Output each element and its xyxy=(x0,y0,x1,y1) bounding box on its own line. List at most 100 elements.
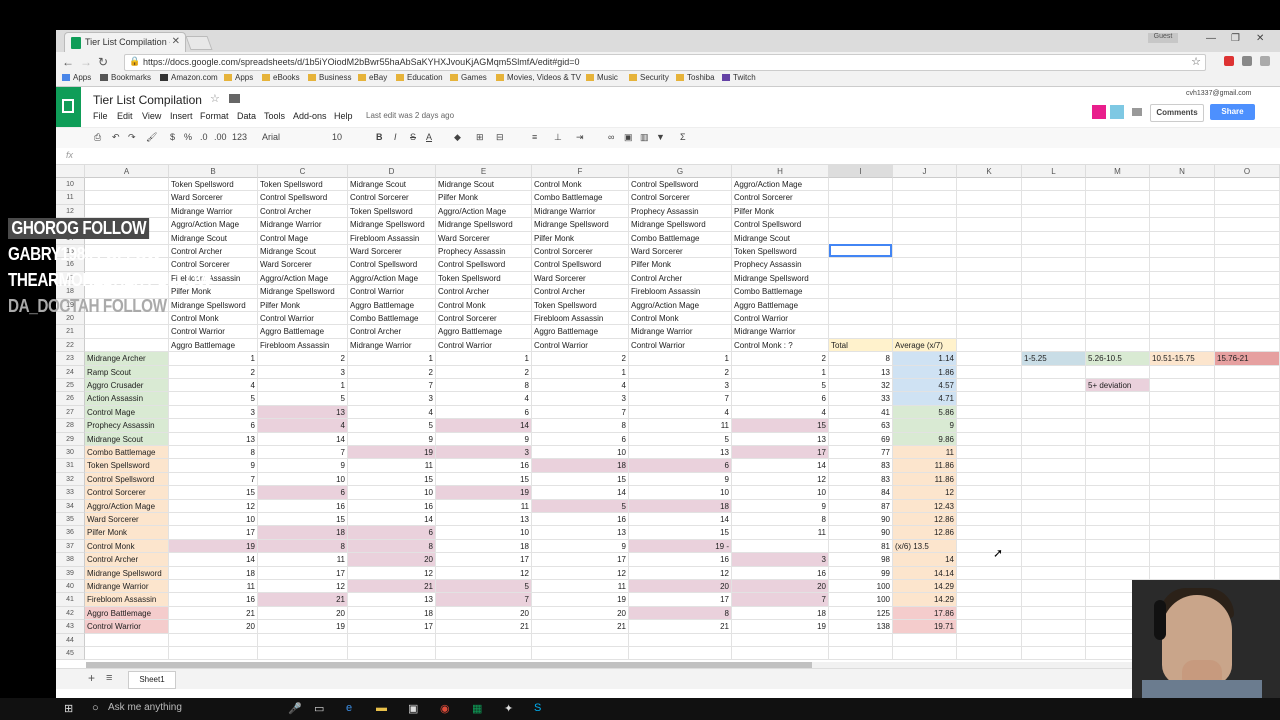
cell[interactable] xyxy=(893,231,957,245)
rank-cell[interactable]: 18 xyxy=(169,566,258,580)
cell[interactable] xyxy=(1150,539,1215,554)
cell[interactable] xyxy=(893,245,957,259)
rank-cell[interactable]: 5 xyxy=(436,580,532,594)
cell[interactable] xyxy=(1150,486,1215,500)
cell[interactable] xyxy=(1022,218,1086,232)
row-header[interactable]: 39 xyxy=(56,566,85,580)
total-cell[interactable]: 83 xyxy=(829,459,893,473)
class-cell[interactable]: Aggro/Action Mage xyxy=(169,218,258,232)
cell[interactable] xyxy=(1150,459,1215,473)
cell[interactable] xyxy=(1215,285,1280,299)
cell[interactable] xyxy=(829,633,893,647)
class-cell[interactable]: Control Monk : ? xyxy=(732,338,829,353)
class-cell[interactable]: Midrange Spellsword xyxy=(169,298,258,312)
column-header-c[interactable]: C xyxy=(258,165,348,178)
cell[interactable] xyxy=(957,245,1022,259)
class-name-cell[interactable]: Control Sorcerer xyxy=(85,486,169,500)
rank-cell[interactable]: 4 xyxy=(732,405,829,420)
cell[interactable] xyxy=(1086,432,1150,446)
cell[interactable] xyxy=(1022,204,1086,219)
class-cell[interactable]: Control Archer xyxy=(436,285,532,299)
class-cell[interactable]: Firebloom Assassin xyxy=(258,338,348,353)
class-cell[interactable]: Pilfer Monk xyxy=(629,258,732,272)
cell[interactable] xyxy=(957,419,1022,433)
rank-cell[interactable]: 7 xyxy=(629,392,732,406)
rank-cell[interactable]: 20 xyxy=(258,606,348,621)
rank-cell[interactable]: 5 xyxy=(629,432,732,446)
class-name-cell[interactable]: Aggro Crusader xyxy=(85,379,169,393)
cell[interactable] xyxy=(1022,499,1086,513)
cell[interactable] xyxy=(1215,472,1280,487)
rank-cell[interactable]: 6 xyxy=(258,486,348,500)
rank-cell[interactable]: 17 xyxy=(258,566,348,580)
cell[interactable] xyxy=(85,191,169,205)
cell[interactable] xyxy=(893,191,957,205)
cell[interactable] xyxy=(957,526,1022,540)
row-header[interactable]: 41 xyxy=(56,593,85,607)
cell[interactable] xyxy=(1022,566,1086,580)
cell[interactable] xyxy=(1022,392,1086,406)
menu-insert[interactable]: Insert xyxy=(170,111,193,121)
class-cell[interactable]: Control Sorcerer xyxy=(629,191,732,205)
class-cell[interactable]: Aggro Battlemage xyxy=(436,325,532,339)
rank-cell[interactable]: 10 xyxy=(436,526,532,540)
cell[interactable] xyxy=(1215,405,1280,420)
rank-cell[interactable]: 20 xyxy=(629,580,732,594)
browser-tab[interactable]: Tier List Compilation - G ✕ xyxy=(64,32,186,53)
class-cell[interactable]: Pilfer Monk xyxy=(258,298,348,312)
cell[interactable] xyxy=(1086,218,1150,232)
rank-cell[interactable]: 2 xyxy=(258,352,348,366)
user-email[interactable]: cvh1337@gmail.com xyxy=(1186,90,1251,97)
cell[interactable] xyxy=(1215,446,1280,460)
rank-cell[interactable]: 1 xyxy=(629,352,732,366)
rank-cell[interactable]: 14 xyxy=(532,486,629,500)
rank-cell[interactable]: 17 xyxy=(732,446,829,460)
cell[interactable] xyxy=(348,647,436,661)
cell[interactable] xyxy=(893,258,957,272)
rank-cell[interactable]: 8 xyxy=(348,539,436,554)
average-cell[interactable]: (x/6) 13.5 xyxy=(893,539,957,554)
insert-chart-icon[interactable]: ▥ xyxy=(640,132,649,143)
cell[interactable] xyxy=(957,312,1022,326)
rank-cell[interactable]: 10 xyxy=(169,513,258,527)
class-cell[interactable]: Ward Sorcerer xyxy=(348,245,436,259)
rank-cell[interactable]: 10 xyxy=(258,472,348,487)
rank-cell[interactable]: 9 xyxy=(629,472,732,487)
star-icon[interactable]: ☆ xyxy=(210,92,220,105)
edge-icon[interactable]: e xyxy=(346,702,352,714)
class-cell[interactable]: Midrange Scout xyxy=(169,231,258,245)
class-cell[interactable]: Control Warrior xyxy=(629,338,732,353)
menu-data[interactable]: Data xyxy=(237,111,256,121)
rank-cell[interactable]: 21 xyxy=(629,620,732,634)
class-name-cell[interactable]: Ward Sorcerer xyxy=(85,513,169,527)
cell[interactable] xyxy=(85,204,169,219)
comments-button[interactable]: Comments xyxy=(1150,104,1204,122)
rank-cell[interactable]: 19 xyxy=(258,620,348,634)
class-cell[interactable]: Midrange Warrior xyxy=(629,325,732,339)
row-header[interactable]: 11 xyxy=(56,191,85,205)
rank-cell[interactable]: 20 xyxy=(532,606,629,621)
cell[interactable] xyxy=(1215,365,1280,379)
cell[interactable] xyxy=(436,647,532,661)
menu-file[interactable]: File xyxy=(93,111,108,121)
merge-cells-icon[interactable]: ⊟ xyxy=(496,132,504,143)
cell[interactable] xyxy=(1086,271,1150,286)
average-header[interactable]: Average (x/7) xyxy=(893,338,957,353)
cell[interactable] xyxy=(1215,298,1280,312)
cell[interactable] xyxy=(829,647,893,661)
cell[interactable] xyxy=(1215,204,1280,219)
total-cell[interactable]: 41 xyxy=(829,405,893,420)
cell[interactable] xyxy=(957,352,1022,366)
rank-cell[interactable]: 19 xyxy=(436,486,532,500)
rank-cell[interactable]: 3 xyxy=(629,379,732,393)
sheet-tab[interactable]: Sheet1 xyxy=(128,671,176,689)
rank-cell[interactable]: 5 xyxy=(258,392,348,406)
cell[interactable] xyxy=(85,325,169,339)
rank-cell[interactable]: 11 xyxy=(169,580,258,594)
class-cell[interactable]: Control Warrior xyxy=(169,325,258,339)
cell[interactable] xyxy=(1086,245,1150,259)
cell[interactable] xyxy=(957,379,1022,393)
rank-cell[interactable]: 7 xyxy=(348,379,436,393)
class-cell[interactable]: Aggro Battlemage xyxy=(348,298,436,312)
cell[interactable] xyxy=(957,606,1022,621)
